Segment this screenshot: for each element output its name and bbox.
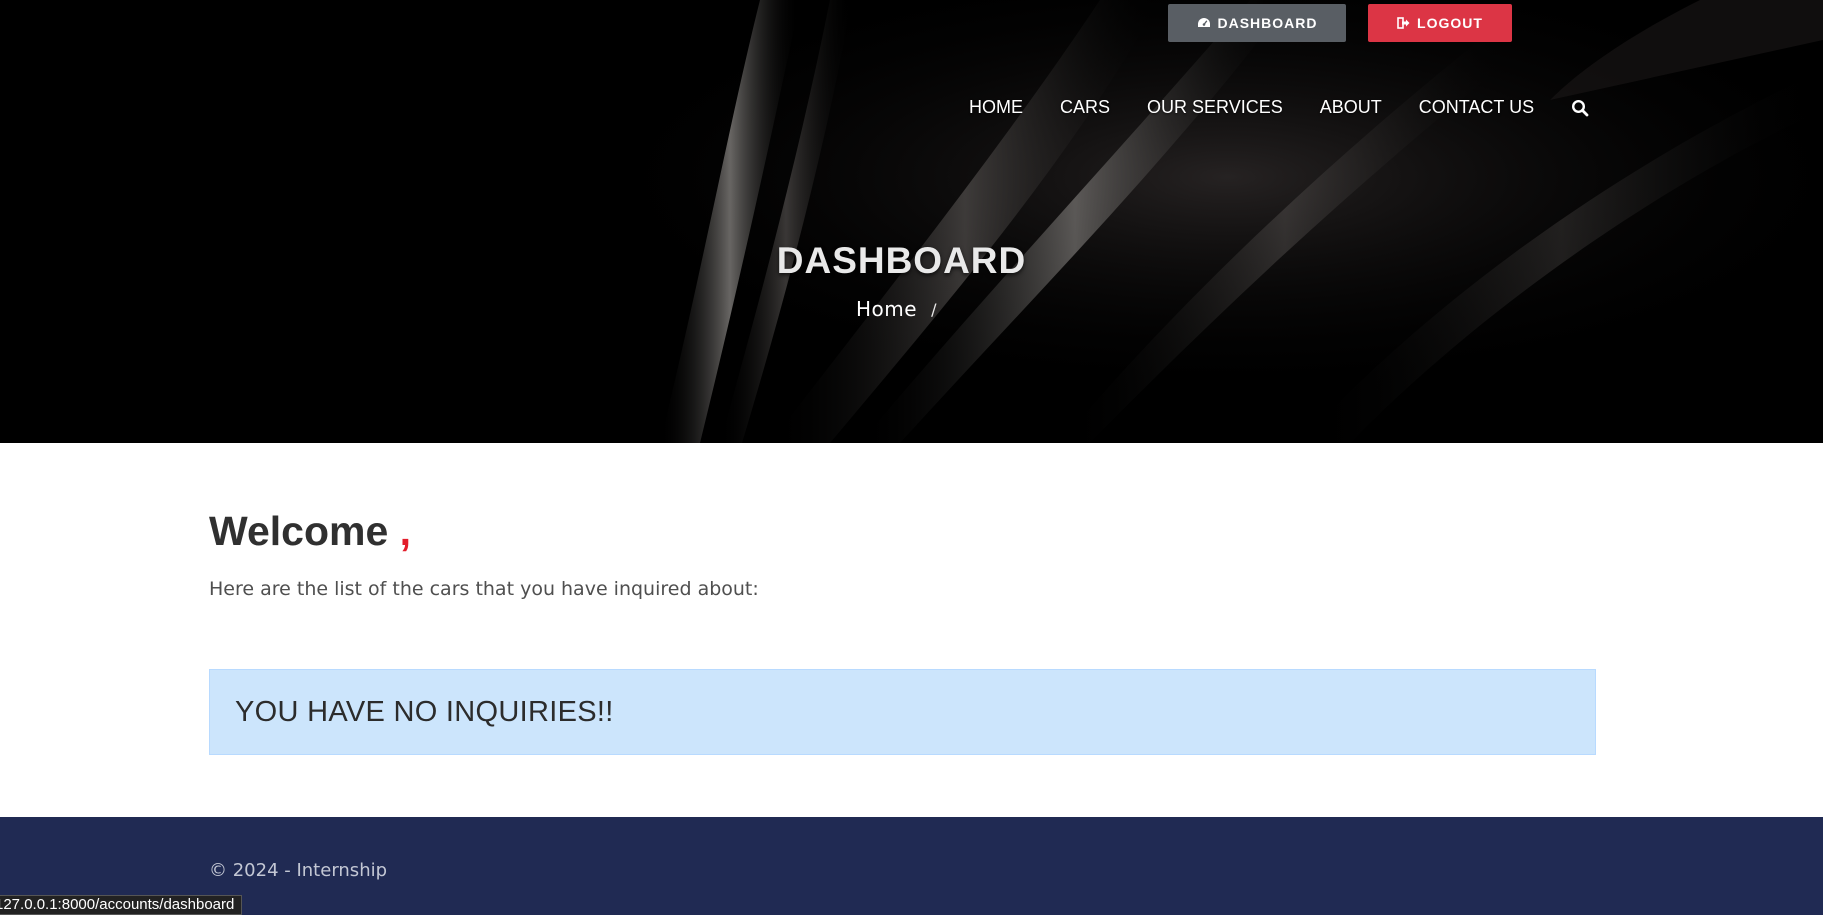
hero-banner: DASHBOARD LOGOUT HOME CARS OUR SERVICES … bbox=[0, 0, 1823, 443]
breadcrumb-separator: / bbox=[931, 299, 937, 319]
status-bar-url: 127.0.0.1:8000/accounts/dashboard bbox=[0, 896, 235, 913]
dashboard-button[interactable]: DASHBOARD bbox=[1168, 4, 1346, 42]
logout-button-label: LOGOUT bbox=[1417, 15, 1483, 31]
breadcrumb: Home / bbox=[856, 297, 936, 321]
welcome-text: Welcome bbox=[209, 508, 389, 554]
logout-button[interactable]: LOGOUT bbox=[1368, 4, 1512, 42]
no-inquiries-message: YOU HAVE NO INQUIRIES!! bbox=[235, 695, 614, 728]
dashboard-icon bbox=[1197, 18, 1210, 27]
nav-item-our-services[interactable]: OUR SERVICES bbox=[1147, 97, 1283, 118]
no-inquiries-alert: YOU HAVE NO INQUIRIES!! bbox=[209, 669, 1596, 755]
main-nav: HOME CARS OUR SERVICES ABOUT CONTACT US bbox=[969, 97, 1589, 118]
nav-item-home[interactable]: HOME bbox=[969, 97, 1023, 118]
nav-item-about[interactable]: ABOUT bbox=[1320, 97, 1382, 118]
sign-out-icon bbox=[1397, 17, 1410, 29]
welcome-heading: Welcome , bbox=[209, 508, 411, 555]
browser-status-bar: 127.0.0.1:8000/accounts/dashboard bbox=[0, 895, 243, 915]
top-button-group: DASHBOARD LOGOUT bbox=[1168, 4, 1512, 42]
hero-background-streaks bbox=[500, 0, 1823, 443]
page-title: DASHBOARD bbox=[776, 240, 1027, 281]
breadcrumb-home-link[interactable]: Home bbox=[856, 297, 917, 321]
nav-item-cars[interactable]: CARS bbox=[1060, 97, 1110, 118]
inquiries-intro-text: Here are the list of the cars that you h… bbox=[209, 578, 759, 600]
footer-copyright: © 2024 - Internship bbox=[209, 860, 388, 881]
welcome-username: , bbox=[399, 508, 412, 554]
nav-item-contact-us[interactable]: CONTACT US bbox=[1419, 97, 1534, 118]
search-icon[interactable] bbox=[1571, 99, 1589, 117]
dashboard-button-label: DASHBOARD bbox=[1217, 15, 1318, 31]
footer: © 2024 - Internship bbox=[0, 817, 1823, 915]
